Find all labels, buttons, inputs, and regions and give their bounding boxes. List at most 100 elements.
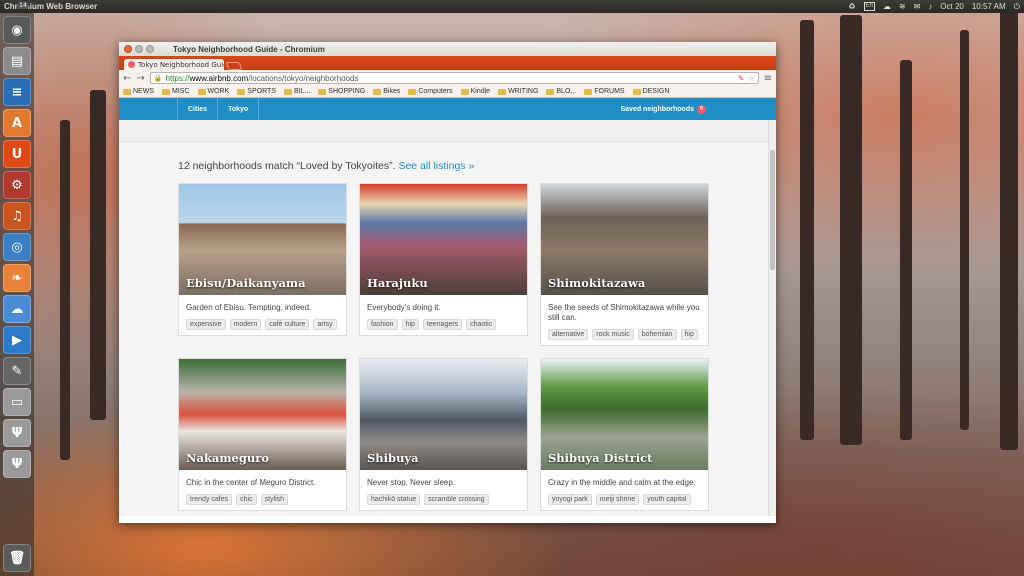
cloud-icon[interactable]: ☁	[883, 2, 891, 11]
bookmark-label: NEWS	[133, 88, 154, 95]
neighborhood-card[interactable]: Shibuya District Crazy in the middle and …	[540, 358, 709, 511]
wifi-icon[interactable]: ≋	[899, 2, 906, 11]
neighborhood-card[interactable]: Shimokitazawa See the seeds of Shimokitaz…	[540, 183, 709, 346]
saved-neighborhoods-link[interactable]: Saved neighborhoods 0	[620, 104, 706, 114]
chromium-icon[interactable]: ◎	[3, 233, 31, 261]
bookmark-star-icon[interactable]: ☆	[747, 74, 754, 83]
page-scrollbar[interactable]	[768, 120, 776, 516]
neighborhood-card[interactable]: Shibuya Never stop. Never sleep. hachikō s…	[359, 358, 528, 511]
neighborhood-tag[interactable]: stylish	[260, 494, 289, 505]
tab-tokyo-guide[interactable]: Tokyo Neighborhood Guide ×	[124, 59, 224, 70]
neighborhood-tag[interactable]: modern	[229, 319, 262, 330]
clock-label[interactable]: 10:57 AM	[972, 2, 1006, 11]
neighborhood-name[interactable]: Ebisu/Daikanyama	[186, 276, 306, 290]
neighborhood-tag[interactable]: chic	[236, 494, 257, 505]
neighborhood-name[interactable]: Shimokitazawa	[548, 276, 645, 290]
forward-button[interactable]: →	[136, 73, 144, 84]
bookmark-folder[interactable]: Bikes	[373, 88, 400, 95]
neighborhood-tag[interactable]: café culture	[265, 319, 310, 330]
neighborhood-name[interactable]: Harajuku	[367, 276, 428, 290]
tree-trunk	[840, 15, 862, 445]
bookmark-folder[interactable]: BIL...	[283, 88, 311, 95]
ubuntu-dash-icon[interactable]: ◉	[3, 16, 31, 44]
neighborhood-photo[interactable]: Harajuku	[360, 184, 527, 295]
weather-icon[interactable]: ☁	[3, 295, 31, 323]
bookmark-folder[interactable]: WORK	[197, 88, 229, 95]
browser-window: Tokyo Neighborhood Guide - Chromium Toky…	[119, 42, 776, 523]
neighborhood-photo[interactable]: Shibuya	[360, 359, 527, 470]
address-bar[interactable]: 🔒 https://www.airbnb.com/locations/tokyo…	[149, 72, 759, 84]
trash-icon[interactable]: 🗑	[3, 544, 31, 572]
bookmark-label: Bikes	[383, 88, 401, 95]
bookmark-folder[interactable]: WRITING	[498, 88, 538, 95]
scrollbar-thumb[interactable]	[770, 150, 775, 270]
files-icon[interactable]: ▤	[3, 47, 31, 75]
neighborhood-photo[interactable]: Ebisu/Daikanyama	[179, 184, 346, 295]
neighborhood-tag[interactable]: bohemian	[637, 329, 677, 340]
extension-icon[interactable]: ✎	[738, 74, 745, 83]
neighborhood-name[interactable]: Shibuya District	[548, 451, 652, 465]
leaf-icon[interactable]: ❧	[3, 264, 31, 292]
keyboard-layout-indicator[interactable]: En	[863, 2, 875, 11]
neighborhood-tag[interactable]: fashion	[367, 319, 398, 330]
neighborhood-name[interactable]: Nakameguro	[186, 451, 269, 465]
sync-icon[interactable]: ♻	[848, 2, 855, 11]
media-player-icon[interactable]: ▶	[3, 326, 31, 354]
neighborhood-tag[interactable]: hachikō statue	[367, 494, 421, 505]
see-all-listings-link[interactable]: See all listings »	[398, 160, 474, 172]
usb-drive-icon[interactable]: Ψ	[3, 419, 31, 447]
back-button[interactable]: ←	[123, 73, 131, 84]
neighborhood-tag[interactable]: meiji shrine	[595, 494, 640, 505]
software-center-icon[interactable]: A	[3, 109, 31, 137]
neighborhood-tag[interactable]: rock music	[592, 329, 634, 340]
tool-icon[interactable]: ✎	[3, 357, 31, 385]
volume-icon[interactable]: ♪	[928, 2, 932, 11]
tab-strip: Tokyo Neighborhood Guide ×	[119, 58, 776, 70]
neighborhood-tag[interactable]: scramble crossing	[424, 494, 489, 505]
neighborhood-name[interactable]: Shibuya	[367, 451, 419, 465]
new-tab-button[interactable]	[225, 62, 243, 70]
neighborhood-card[interactable]: Nakameguro Chic in the center of Meguro D…	[178, 358, 347, 511]
neighborhood-tag[interactable]: artsy	[313, 319, 337, 330]
neighborhood-tag[interactable]: teenagers	[422, 319, 463, 330]
bookmark-folder[interactable]: SHOPPING	[318, 88, 365, 95]
neighborhood-photo[interactable]: Nakameguro	[179, 359, 346, 470]
neighborhood-tag[interactable]: chaotic	[466, 319, 497, 330]
neighborhood-tag[interactable]: hip	[401, 319, 419, 330]
nav-tokyo-link[interactable]: Tokyo	[217, 98, 260, 120]
bookmark-folder[interactable]: FORUMS	[584, 88, 625, 95]
neighborhood-card[interactable]: Harajuku Everybody's doing it. fashion hip t…	[359, 183, 528, 336]
neighborhood-tag[interactable]: expensive	[186, 319, 226, 330]
usb-drive-icon-2[interactable]: Ψ	[3, 450, 31, 478]
ubuntu-one-icon[interactable]: U	[3, 140, 31, 168]
nav-cities-link[interactable]: Cities	[177, 98, 217, 120]
minimize-window-button[interactable]	[135, 45, 143, 53]
bookmark-folder[interactable]: Computers	[408, 88, 453, 95]
bookmark-folder[interactable]: DESIGN	[632, 88, 669, 95]
mail-icon[interactable]: ✉	[914, 2, 921, 11]
bookmark-folder[interactable]: BLO...	[546, 88, 576, 95]
neighborhood-photo[interactable]: Shimokitazawa	[541, 184, 708, 295]
bookmark-folder[interactable]: SPORTS	[237, 88, 276, 95]
neighborhood-tag[interactable]: hip	[680, 329, 698, 340]
neighborhood-tag[interactable]: trendy cafes	[186, 494, 233, 505]
neighborhood-tag[interactable]: yoyogi park	[548, 494, 592, 505]
tree-trunk	[960, 30, 969, 430]
bookmark-folder[interactable]: Kindle	[460, 88, 490, 95]
neighborhood-photo[interactable]: Shibuya District	[541, 359, 708, 470]
bookmark-folder[interactable]: MISC	[162, 88, 190, 95]
neighborhood-card[interactable]: Ebisu/Daikanyama Garden of Ebisu. Temptin…	[178, 183, 347, 336]
neighborhood-tag[interactable]: youth capital	[643, 494, 691, 505]
drive-icon[interactable]: ▭	[3, 388, 31, 416]
date-label[interactable]: Oct 20	[940, 2, 964, 11]
audio-icon[interactable]: ♫	[3, 202, 31, 230]
bookmark-label: BIL...	[293, 88, 311, 95]
neighborhood-tag[interactable]: alternative	[548, 329, 589, 340]
bookmark-folder[interactable]: NEWS	[123, 88, 154, 95]
settings-icon[interactable]: ⚙	[3, 171, 31, 199]
menu-button[interactable]: ≡	[764, 73, 772, 84]
maximize-window-button[interactable]	[146, 45, 154, 53]
power-icon[interactable]: ⏻	[1014, 2, 1020, 12]
writer-icon[interactable]: ≡	[3, 78, 31, 106]
close-window-button[interactable]	[124, 45, 132, 53]
